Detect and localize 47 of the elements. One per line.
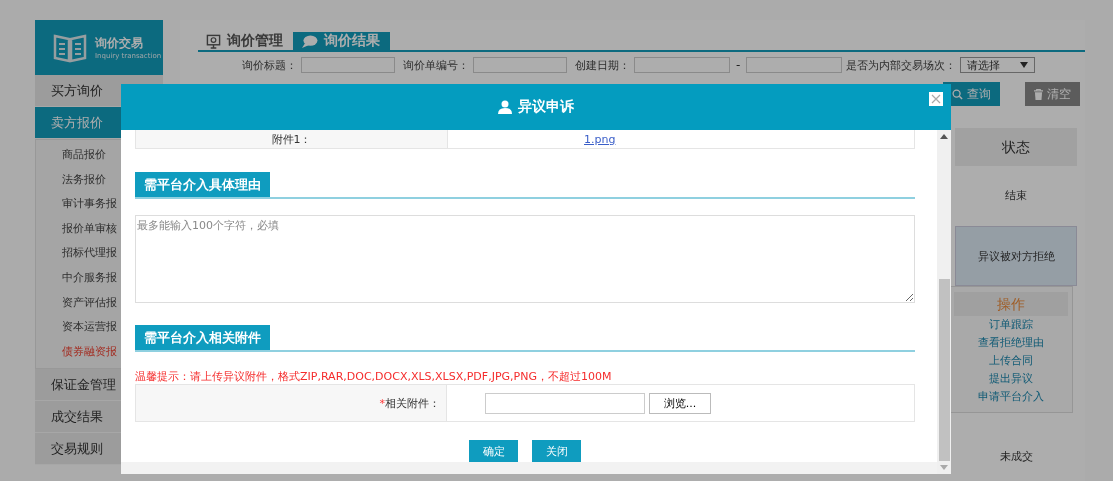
action-link[interactable]: 上传合同 — [989, 352, 1033, 370]
scroll-down-icon[interactable] — [940, 465, 948, 470]
monitor-icon — [206, 33, 221, 49]
close-button[interactable]: 关闭 — [532, 440, 581, 462]
dialog-title: 异议申诉 — [518, 98, 574, 116]
status-cell: 异议被对方拒绝 — [955, 226, 1077, 286]
logo-title: 询价交易 — [95, 35, 144, 52]
status-cell-text: 结束 — [1004, 188, 1028, 204]
file-field[interactable] — [485, 392, 645, 414]
action-link[interactable]: 查看拒绝理由 — [978, 334, 1044, 352]
reason-field[interactable]: 最多能输入100个字符，必填 — [135, 215, 915, 303]
filter-field[interactable] — [301, 57, 395, 73]
filter-label: 是否为内部交易场次： — [846, 57, 957, 73]
scrollbar[interactable] — [937, 130, 951, 474]
caret-icon — [1020, 62, 1029, 68]
field-label: 相关附件： — [385, 395, 440, 411]
section-title: 需平台介入相关附件 — [135, 325, 270, 350]
action-link[interactable]: 提出异议 — [989, 370, 1033, 388]
action-link[interactable]: 订单跟踪 — [989, 316, 1033, 334]
filter-field[interactable] — [473, 57, 567, 73]
filter-label: 询价标题： — [242, 57, 297, 73]
date-field[interactable] — [634, 57, 730, 73]
section-title: 需平台介入具体理由 — [135, 172, 270, 197]
required-mark: * — [379, 396, 385, 410]
trash-icon — [1034, 88, 1043, 100]
user-icon — [498, 100, 512, 114]
range-separator: - — [735, 58, 742, 72]
filter-label: 询价单编号： — [403, 57, 469, 73]
select-field[interactable]: 请选择 — [960, 57, 1036, 73]
filter-label: 创建日期： — [575, 57, 630, 73]
column-header: 状态 — [955, 128, 1077, 166]
search-icon — [952, 88, 963, 100]
clear-button[interactable]: 清空 — [1025, 82, 1080, 106]
date-field[interactable] — [746, 57, 843, 73]
scrollbar-thumb[interactable] — [938, 279, 950, 461]
attachment-link[interactable]: 1.png — [584, 132, 616, 146]
attachment-label: 附件1： — [271, 131, 312, 147]
close-icon[interactable] — [929, 92, 943, 106]
confirm-button[interactable]: 确定 — [469, 440, 518, 462]
action-link[interactable]: 申请平台介入 — [978, 388, 1044, 406]
scroll-up-icon[interactable] — [940, 134, 948, 139]
chat-bubble-icon — [301, 33, 318, 49]
book-icon — [53, 32, 87, 63]
tab[interactable]: 询价管理 — [198, 32, 293, 50]
action-menu-title: 操作 — [954, 292, 1068, 316]
browse-button[interactable]: 浏览... — [649, 392, 711, 414]
status-cell-text: 未成交 — [998, 449, 1034, 465]
